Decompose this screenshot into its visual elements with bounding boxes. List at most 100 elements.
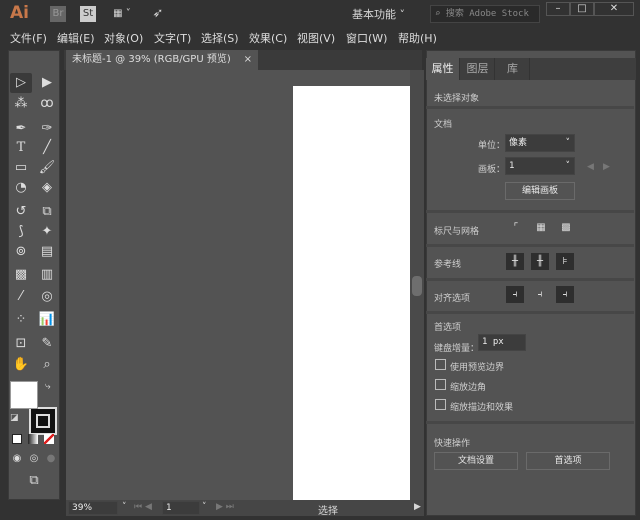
next-artboard-icon[interactable]: ▶ [603, 162, 610, 172]
artboard-field[interactable]: 1 [162, 501, 200, 515]
preferences-button[interactable]: 首选项 [526, 452, 610, 470]
scale-strokes-effects-checkbox[interactable] [435, 399, 446, 410]
zoom-tool-icon[interactable]: ⌕ [36, 355, 58, 375]
document-setup-button[interactable]: 文档设置 [434, 452, 518, 470]
prev-artboard-icon[interactable]: ◀ [587, 162, 594, 172]
menu-view[interactable]: 视图(V) [297, 30, 335, 46]
no-selection-label: 未选择对象 [434, 94, 480, 104]
align-options-label: 对齐选项 [434, 294, 471, 304]
snap-to-pixel-icon[interactable]: ⫞ [531, 286, 549, 303]
artboard[interactable] [293, 86, 410, 500]
transparency-grid-icon[interactable]: ▩ [557, 219, 575, 236]
menu-effect[interactable]: 效果(C) [249, 30, 287, 46]
unit-label: 单位： [478, 141, 506, 151]
color-mode-icon[interactable] [12, 434, 22, 444]
show-guides-icon[interactable]: ╫ [506, 253, 524, 270]
stock-icon[interactable]: St [80, 6, 96, 22]
fill-swatch[interactable] [10, 381, 38, 409]
divider [426, 278, 634, 281]
mesh-tool-icon[interactable]: ▩ [10, 265, 32, 285]
menu-select[interactable]: 选择(S) [201, 30, 239, 46]
artboard-label: 画板： [478, 165, 506, 175]
next-artboard-icon[interactable]: ▶ ⏭ [216, 502, 234, 512]
direct-selection-tool-icon[interactable]: ▶ [36, 73, 58, 93]
menu-window[interactable]: 窗口(W) [346, 30, 387, 46]
slice-tool-icon[interactable]: ✎ [36, 334, 58, 354]
eraser-tool-icon[interactable]: ◈ [36, 178, 58, 198]
menu-object[interactable]: 对象(O) [104, 30, 143, 46]
arrange-documents-icon[interactable]: ▦ ˅ [108, 6, 136, 22]
draw-normal-icon[interactable]: ◉ [9, 449, 25, 469]
document-tab[interactable]: 未标题-1 @ 39% (RGB/GPU 预览) × [66, 50, 258, 70]
artboard-dropdown[interactable]: 1 ˅ [505, 157, 575, 175]
lock-guides-icon[interactable]: ╫ [531, 253, 549, 270]
menu-file[interactable]: 文件(F) [10, 30, 47, 46]
swap-fill-stroke-icon[interactable]: ⤷ [45, 381, 51, 392]
artboard-dropdown-icon[interactable]: ˅ [202, 502, 207, 512]
first-artboard-icon[interactable]: ⏮ ◀ [134, 502, 152, 512]
screen-mode-icon[interactable]: ⧉ [23, 471, 45, 491]
scrollbar-thumb[interactable] [412, 276, 422, 296]
tab-libraries[interactable]: 库 [496, 58, 530, 80]
artboard-tool-icon[interactable]: ⊡ [10, 334, 32, 354]
maximize-button[interactable]: □ [570, 2, 594, 16]
rotate-tool-icon[interactable]: ↺ [10, 202, 32, 222]
keyboard-increment-field[interactable]: 1 px [478, 334, 526, 351]
snap-to-grid-icon[interactable]: ⫞ [556, 286, 574, 303]
curvature-tool-icon[interactable]: ✑ [36, 119, 58, 139]
eyedropper-tool-icon[interactable]: ⁄ [10, 287, 32, 307]
use-preview-bounds-checkbox[interactable] [435, 359, 446, 370]
menu-edit[interactable]: 编辑(E) [57, 30, 95, 46]
zoom-field[interactable]: 39% [68, 501, 118, 515]
zoom-dropdown-icon[interactable]: ˅ [122, 502, 127, 512]
tab-properties[interactable]: 属性 [426, 58, 460, 80]
close-tab-icon[interactable]: × [244, 50, 252, 70]
rectangle-tool-icon[interactable]: ▭ [10, 158, 32, 178]
workspace-switcher[interactable]: 基本功能 ˅ [352, 6, 405, 22]
paintbrush-tool-icon[interactable]: 🖌 [36, 158, 58, 178]
scale-tool-icon[interactable]: ⧉ [36, 202, 58, 222]
line-tool-icon[interactable]: ╱ [36, 138, 58, 158]
tab-layers[interactable]: 图层 [461, 58, 495, 80]
hand-tool-icon[interactable]: ✋ [10, 355, 32, 375]
selection-tool-icon[interactable]: ▷ [10, 73, 32, 93]
smart-guides-icon[interactable]: ⊧ [556, 253, 574, 270]
status-menu-icon[interactable]: ▶ [414, 502, 421, 512]
document-tab-bar: 未标题-1 @ 39% (RGB/GPU 预览) × [64, 50, 422, 70]
draw-behind-icon[interactable]: ◎ [26, 449, 42, 469]
draw-inside-icon[interactable]: ● [43, 449, 59, 469]
gradient-mode-icon[interactable] [28, 434, 38, 444]
scale-corners-checkbox[interactable] [435, 379, 446, 390]
perspective-grid-tool-icon[interactable]: ▤ [36, 242, 58, 262]
close-button[interactable]: ✕ [594, 2, 634, 16]
type-tool-icon[interactable]: T [10, 138, 32, 158]
edit-artboards-button[interactable]: 编辑画板 [505, 182, 575, 200]
warp-tool-icon[interactable]: ⟆ [10, 222, 32, 242]
shaper-tool-icon[interactable]: ◔ [10, 178, 32, 198]
pen-tool-icon[interactable]: ✒ [10, 119, 32, 139]
default-colors-icon[interactable]: ◪ [10, 413, 19, 423]
gradient-tool-icon[interactable]: ▥ [36, 265, 58, 285]
menu-help[interactable]: 帮助(H) [398, 30, 437, 46]
stock-search-input[interactable]: ⌕ 搜索 Adobe Stock [430, 5, 540, 23]
bridge-icon[interactable]: Br [50, 6, 66, 22]
symbol-sprayer-tool-icon[interactable]: ⁘ [10, 310, 32, 330]
rulers-icon[interactable]: ⌜ [507, 219, 525, 236]
none-mode-icon[interactable] [44, 434, 54, 444]
stroke-swatch[interactable] [29, 407, 57, 435]
divider [426, 244, 634, 247]
unit-dropdown[interactable]: 像素 ˅ [505, 134, 575, 152]
menu-type[interactable]: 文字(T) [154, 30, 191, 46]
puppet-warp-tool-icon[interactable]: ✦ [36, 222, 58, 242]
blend-tool-icon[interactable]: ◎ [36, 287, 58, 307]
rocket-icon[interactable]: ➶ [150, 6, 166, 22]
snap-to-point-icon[interactable]: ⫞ [506, 286, 524, 303]
divider [426, 210, 634, 213]
magic-wand-tool-icon[interactable]: ⁂ [10, 94, 32, 114]
minimize-button[interactable]: – [546, 2, 570, 16]
shape-builder-tool-icon[interactable]: ⊚ [10, 242, 32, 262]
grid-icon[interactable]: ▦ [532, 219, 550, 236]
preferences-section-title: 首选项 [434, 323, 462, 333]
lasso-tool-icon[interactable]: ꝏ [36, 94, 58, 114]
column-graph-tool-icon[interactable]: 📊 [36, 310, 58, 330]
